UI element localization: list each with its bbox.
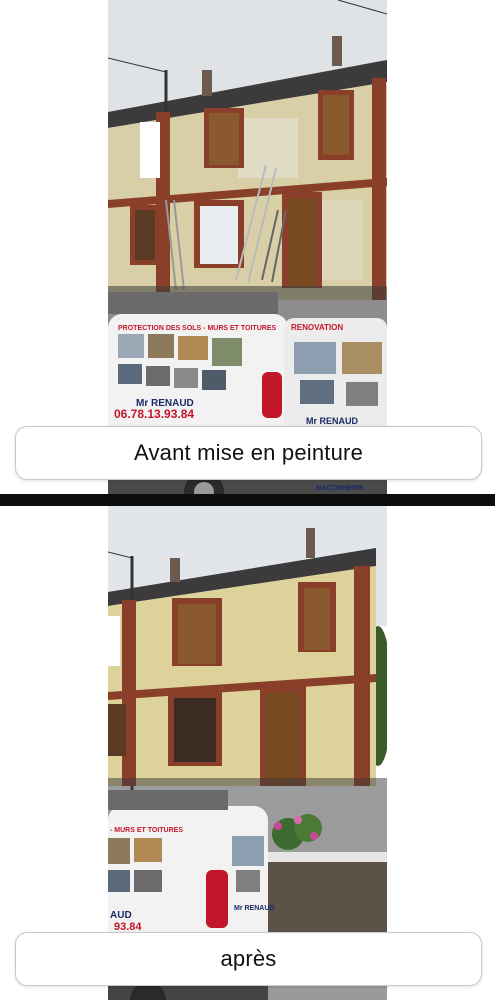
panel-divider — [0, 494, 495, 506]
after-photo: - MURS ET TOITURES AUD 93.84 Mr RENAUD — [108, 506, 387, 1000]
van-phone: 06.78.13.93.84 — [114, 407, 194, 421]
before-photo: PROTECTION DES SOLS - MURS ET TOITURES R… — [108, 0, 387, 494]
before-photo-panel: PROTECTION DES SOLS - MURS ET TOITURES R… — [0, 0, 495, 494]
after-photo-panel: - MURS ET TOITURES AUD 93.84 Mr RENAUD a… — [0, 506, 495, 1000]
after-caption: après — [220, 946, 277, 971]
after-house-image: - MURS ET TOITURES AUD 93.84 Mr RENAUD — [108, 506, 387, 1000]
van-side-name: Mr RENAUD — [306, 416, 359, 426]
before-caption: Avant mise en peinture — [133, 440, 364, 465]
van-side-text: MAÇONNERIE — [316, 485, 364, 492]
before-house-image: PROTECTION DES SOLS - MURS ET TOITURES R… — [108, 0, 387, 494]
after-van-side-name: Mr RENAUD — [234, 905, 274, 912]
after-van-tagline: - MURS ET TOITURES — [110, 827, 183, 834]
after-van-name: AUD — [110, 910, 132, 921]
after-caption-pill: après — [15, 932, 482, 986]
van-badge: RENOVATION — [291, 323, 343, 332]
van-tagline: PROTECTION DES SOLS - MURS ET TOITURES — [118, 325, 276, 332]
before-caption-pill: Avant mise en peinture — [15, 426, 482, 480]
